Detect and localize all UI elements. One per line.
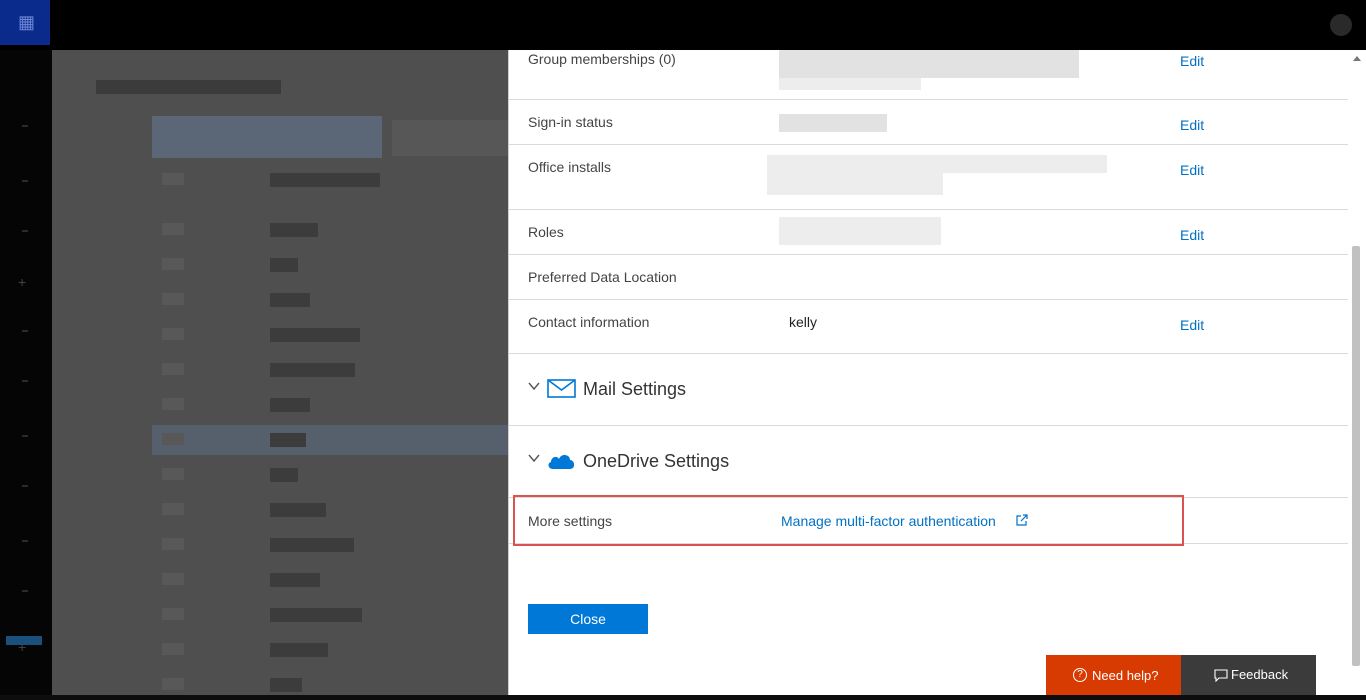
table-row[interactable]: [152, 285, 512, 315]
redacted-value: [767, 155, 1107, 173]
need-help-label: Need help?: [1092, 668, 1159, 683]
feedback-button[interactable]: Feedback: [1181, 655, 1316, 695]
edit-link[interactable]: Edit: [1180, 162, 1204, 178]
table-row[interactable]: [152, 565, 512, 595]
scrollbar[interactable]: [1348, 50, 1366, 695]
close-button[interactable]: Close: [528, 604, 648, 634]
nav-item[interactable]: [22, 230, 28, 232]
table-header: [152, 165, 512, 195]
onedrive-cloud-icon: [548, 454, 575, 469]
nav-item[interactable]: [22, 540, 28, 542]
table-row[interactable]: [152, 670, 512, 700]
redacted-value: [779, 50, 1079, 78]
view-selector: [392, 120, 512, 156]
nav-item[interactable]: [22, 590, 28, 592]
table-row-selected[interactable]: [152, 425, 512, 455]
table-row[interactable]: [152, 355, 512, 385]
waffle-icon: ▦: [18, 12, 36, 32]
question-icon: ?: [1073, 668, 1087, 682]
nav-item[interactable]: [22, 125, 28, 127]
row-label: Roles: [528, 224, 564, 240]
chevron-down-icon: [528, 454, 540, 463]
table-row[interactable]: [152, 635, 512, 665]
edit-link[interactable]: Edit: [1180, 227, 1204, 243]
redacted-value: [779, 78, 921, 90]
table-row[interactable]: [152, 250, 512, 280]
avatar[interactable]: [1330, 14, 1352, 36]
table-row[interactable]: [152, 600, 512, 630]
mail-icon: [547, 379, 576, 398]
breadcrumb: [96, 80, 281, 94]
onedrive-settings-section[interactable]: OneDrive Settings: [509, 426, 1348, 498]
chevron-down-icon: [528, 382, 540, 391]
plus-icon[interactable]: +: [18, 275, 32, 289]
mail-settings-section[interactable]: Mail Settings: [509, 354, 1348, 426]
row-preferred-data-location: Preferred Data Location: [509, 255, 1348, 300]
user-details-panel: Group memberships (0) Edit Sign-in statu…: [508, 50, 1366, 695]
table-row[interactable]: [152, 530, 512, 560]
row-office-installs: Office installs Edit: [509, 145, 1348, 210]
row-contact-information: Contact information kelly Edit: [509, 300, 1348, 354]
toolbar: [152, 116, 382, 158]
left-nav-rail: + +: [0, 50, 52, 695]
table-row[interactable]: [152, 390, 512, 420]
top-bar: ▦: [0, 0, 1366, 50]
redacted-value: [779, 217, 941, 245]
edit-link[interactable]: Edit: [1180, 53, 1204, 69]
row-label: Sign-in status: [528, 114, 613, 130]
scroll-up-icon[interactable]: [1352, 54, 1362, 64]
row-roles: Roles Edit: [509, 210, 1348, 255]
redacted-value: [779, 114, 887, 132]
section-title: Mail Settings: [583, 379, 687, 399]
edit-link[interactable]: Edit: [1180, 317, 1204, 333]
contact-value: kelly: [789, 314, 818, 330]
edit-link[interactable]: Edit: [1180, 117, 1204, 133]
feedback-label: Feedback: [1231, 667, 1289, 682]
table-row[interactable]: [152, 460, 512, 490]
table-row[interactable]: [152, 215, 512, 245]
row-label: Preferred Data Location: [528, 269, 677, 285]
table-row[interactable]: [152, 495, 512, 525]
row-label: Group memberships (0): [528, 51, 676, 67]
background-accent: [6, 636, 42, 645]
table-row[interactable]: [152, 320, 512, 350]
section-title: OneDrive Settings: [583, 451, 730, 471]
row-group-memberships: Group memberships (0) Edit: [509, 50, 1348, 100]
row-label: Office installs: [528, 159, 611, 175]
app-launcher-button[interactable]: ▦: [0, 0, 50, 45]
background-user-list: [52, 50, 512, 695]
need-help-button[interactable]: ? Need help?: [1046, 655, 1181, 695]
scrollbar-thumb[interactable]: [1352, 246, 1360, 666]
comment-icon: [1214, 669, 1228, 682]
nav-item[interactable]: [22, 330, 28, 332]
nav-item[interactable]: [22, 180, 28, 182]
row-sign-in-status: Sign-in status Edit: [509, 100, 1348, 145]
nav-item[interactable]: [22, 380, 28, 382]
redacted-value: [767, 173, 943, 195]
highlight-box: [513, 495, 1184, 546]
row-label: Contact information: [528, 314, 650, 330]
nav-item[interactable]: [22, 435, 28, 437]
nav-item[interactable]: [22, 485, 28, 487]
